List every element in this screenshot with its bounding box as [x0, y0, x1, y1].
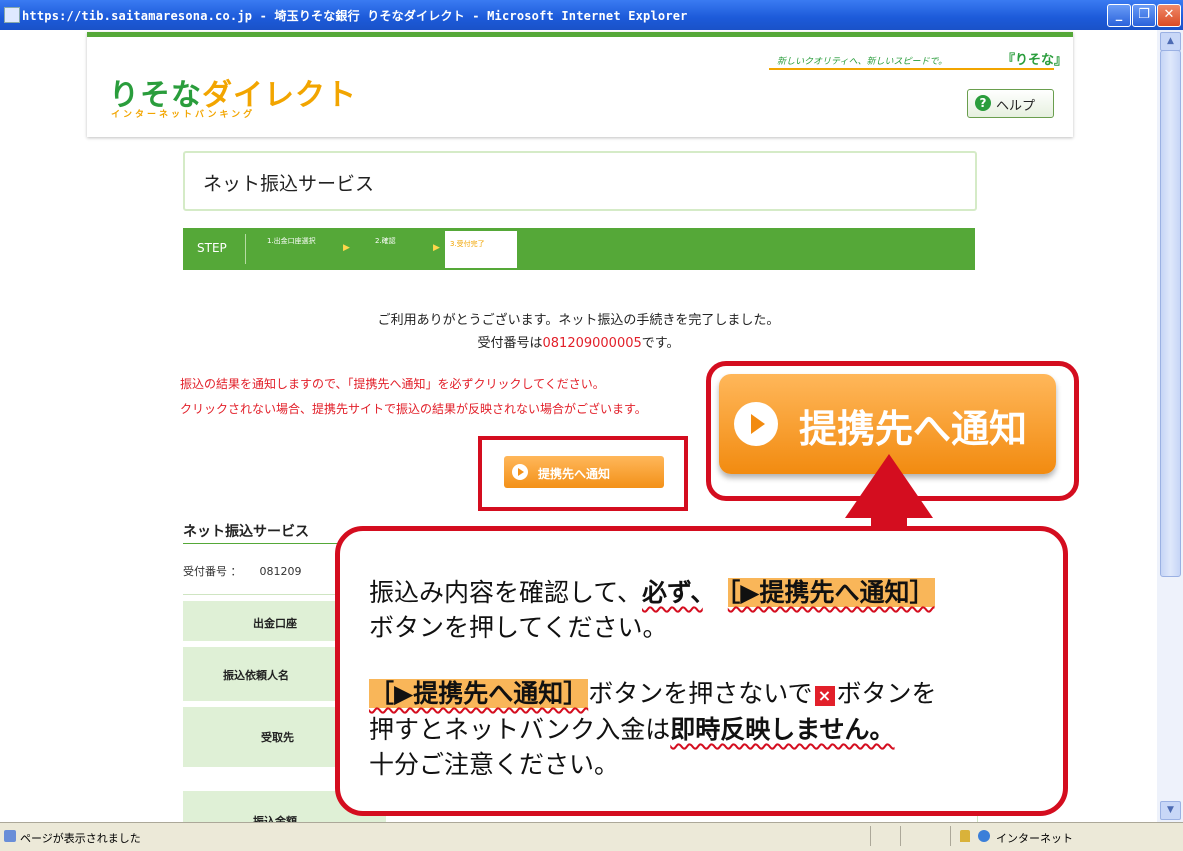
page-title-box: ネット振込サービス — [183, 151, 977, 211]
callout-button-ref: ［▶提携先へ通知］ — [369, 679, 589, 708]
callout-text: ボタンを — [836, 679, 937, 708]
callout-line-1: 振込み内容を確認して、必ず、 ［▶提携先へ通知］ — [369, 573, 935, 609]
warning-text-2: クリックされない場合、提携先サイトで振込の結果が反映されない場合がございます。 — [180, 402, 647, 416]
status-bar: ページが表示されました インターネット — [0, 822, 1183, 851]
window-title: https://tib.saitamaresona.co.jp - 埼玉りそな銀… — [22, 9, 688, 23]
help-label: ヘルプ — [996, 99, 1036, 114]
callout-text: 押すとネットバンク入金は — [369, 715, 671, 744]
label-withdraw-account: 出金口座 — [253, 617, 297, 630]
internet-zone-icon — [978, 830, 990, 842]
completion-message: ご利用ありがとうございます。ネット振込の手続きを完了しました。 — [377, 313, 780, 328]
callout-text: 振込み内容を確認して、 — [369, 578, 643, 607]
receipt-message: 受付番号は081209000005です。 — [0, 332, 1157, 351]
step-3-label: 3.受付完了 — [450, 240, 485, 248]
callout-text: ボタンを押さないで — [588, 679, 813, 708]
warning-text-1: 振込の結果を通知しますので、「提携先へ通知」を必ずクリックしてください。 — [180, 377, 605, 391]
step-arrow-icon: ▶ — [433, 243, 440, 253]
receipt-field-value: 081209 — [259, 565, 302, 578]
status-divider — [950, 826, 951, 846]
notify-button-highlight: 提携先へ通知 — [478, 436, 688, 511]
slogan: 新しいクオリティへ、新しいスピードで。 — [777, 57, 948, 67]
receipt-suffix: です。 — [641, 336, 680, 351]
scroll-up-icon[interactable]: ▲ — [1160, 32, 1181, 51]
step-3-current: 3.受付完了 — [445, 231, 517, 268]
help-icon: ? — [975, 95, 991, 111]
callout-line-4: 押すとネットバンク入金は即時反映しません。 — [369, 710, 895, 746]
scroll-down-icon[interactable]: ▼ — [1160, 801, 1181, 820]
step-divider — [245, 234, 246, 264]
step-2: 2.確認 — [375, 237, 396, 245]
scroll-thumb[interactable] — [1160, 50, 1181, 577]
maximize-button[interactable]: ❐ — [1132, 4, 1156, 27]
vertical-scrollbar[interactable]: ▲ ▼ — [1157, 30, 1183, 822]
notify-partner-button[interactable]: 提携先へ通知 — [504, 456, 664, 488]
step-arrow-icon: ▶ — [343, 243, 350, 253]
callout-emphasis: 必ず、 — [642, 578, 703, 607]
label-sender-name: 振込依頼人名 — [223, 669, 289, 682]
label-amount: 振込金額 — [253, 815, 297, 822]
callout-button-ref: ［▶提携先へ通知］ — [727, 578, 935, 607]
close-x-icon: × — [814, 686, 835, 706]
up-arrow-icon — [845, 454, 933, 518]
browser-content: りそなダイレクト インターネットバンキング 新しいクオリティへ、新しいスピードで… — [0, 30, 1157, 822]
play-icon — [512, 464, 528, 480]
receipt-field: 受付番号 ： 081209 — [183, 563, 302, 579]
instruction-callout: 振込み内容を確認して、必ず、 ［▶提携先へ通知］ ボタンを押してください。 ［▶… — [335, 526, 1068, 816]
page-loaded-icon — [4, 830, 16, 842]
callout-line-2: ボタンを押してください。 — [369, 613, 668, 642]
receipt-number: 081209000005 — [542, 336, 642, 351]
label-recipient: 受取先 — [261, 731, 294, 744]
play-icon — [734, 402, 778, 446]
page-title: ネット振込サービス — [203, 173, 375, 195]
callout-emphasis: 即時反映しません。 — [670, 715, 895, 744]
security-zone: インターネット — [996, 832, 1073, 845]
step-label: STEP — [197, 241, 227, 255]
help-button[interactable]: ? ヘルプ — [967, 89, 1054, 118]
status-text: ページが表示されました — [20, 832, 141, 845]
callout-line-3: ［▶提携先へ通知］ボタンを押さないで × ボタンを — [369, 674, 937, 710]
minimize-button[interactable]: _ — [1107, 4, 1131, 27]
site-header: りそなダイレクト インターネットバンキング 新しいクオリティへ、新しいスピードで… — [87, 32, 1073, 137]
step-1: 1.出金口座選択 — [267, 237, 316, 245]
ie-page-icon — [4, 7, 20, 23]
logo-subtitle: インターネットバンキング — [111, 110, 256, 120]
notify-button-label: 提携先へ通知 — [538, 467, 611, 481]
notify-button-enlarged-label: 提携先へ通知 — [799, 407, 1028, 451]
receipt-field-label: 受付番号 ： — [183, 565, 242, 578]
status-divider — [900, 826, 901, 846]
callout-line-5: 十分ご注意ください。 — [369, 750, 620, 779]
close-button[interactable]: ✕ — [1157, 4, 1181, 27]
status-divider — [870, 826, 871, 846]
details-section-title: ネット振込サービス — [183, 524, 309, 540]
receipt-prefix: 受付番号は — [477, 336, 543, 351]
window-title-bar[interactable]: https://tib.saitamaresona.co.jp - 埼玉りそな銀… — [0, 0, 1183, 30]
lock-icon[interactable] — [960, 830, 970, 842]
brand-tag: 『りそな』 — [1002, 53, 1068, 68]
step-indicator: STEP 1.出金口座選択 ▶ 2.確認 ▶ 3.受付完了 — [183, 228, 975, 270]
slogan-underline — [769, 68, 1054, 70]
